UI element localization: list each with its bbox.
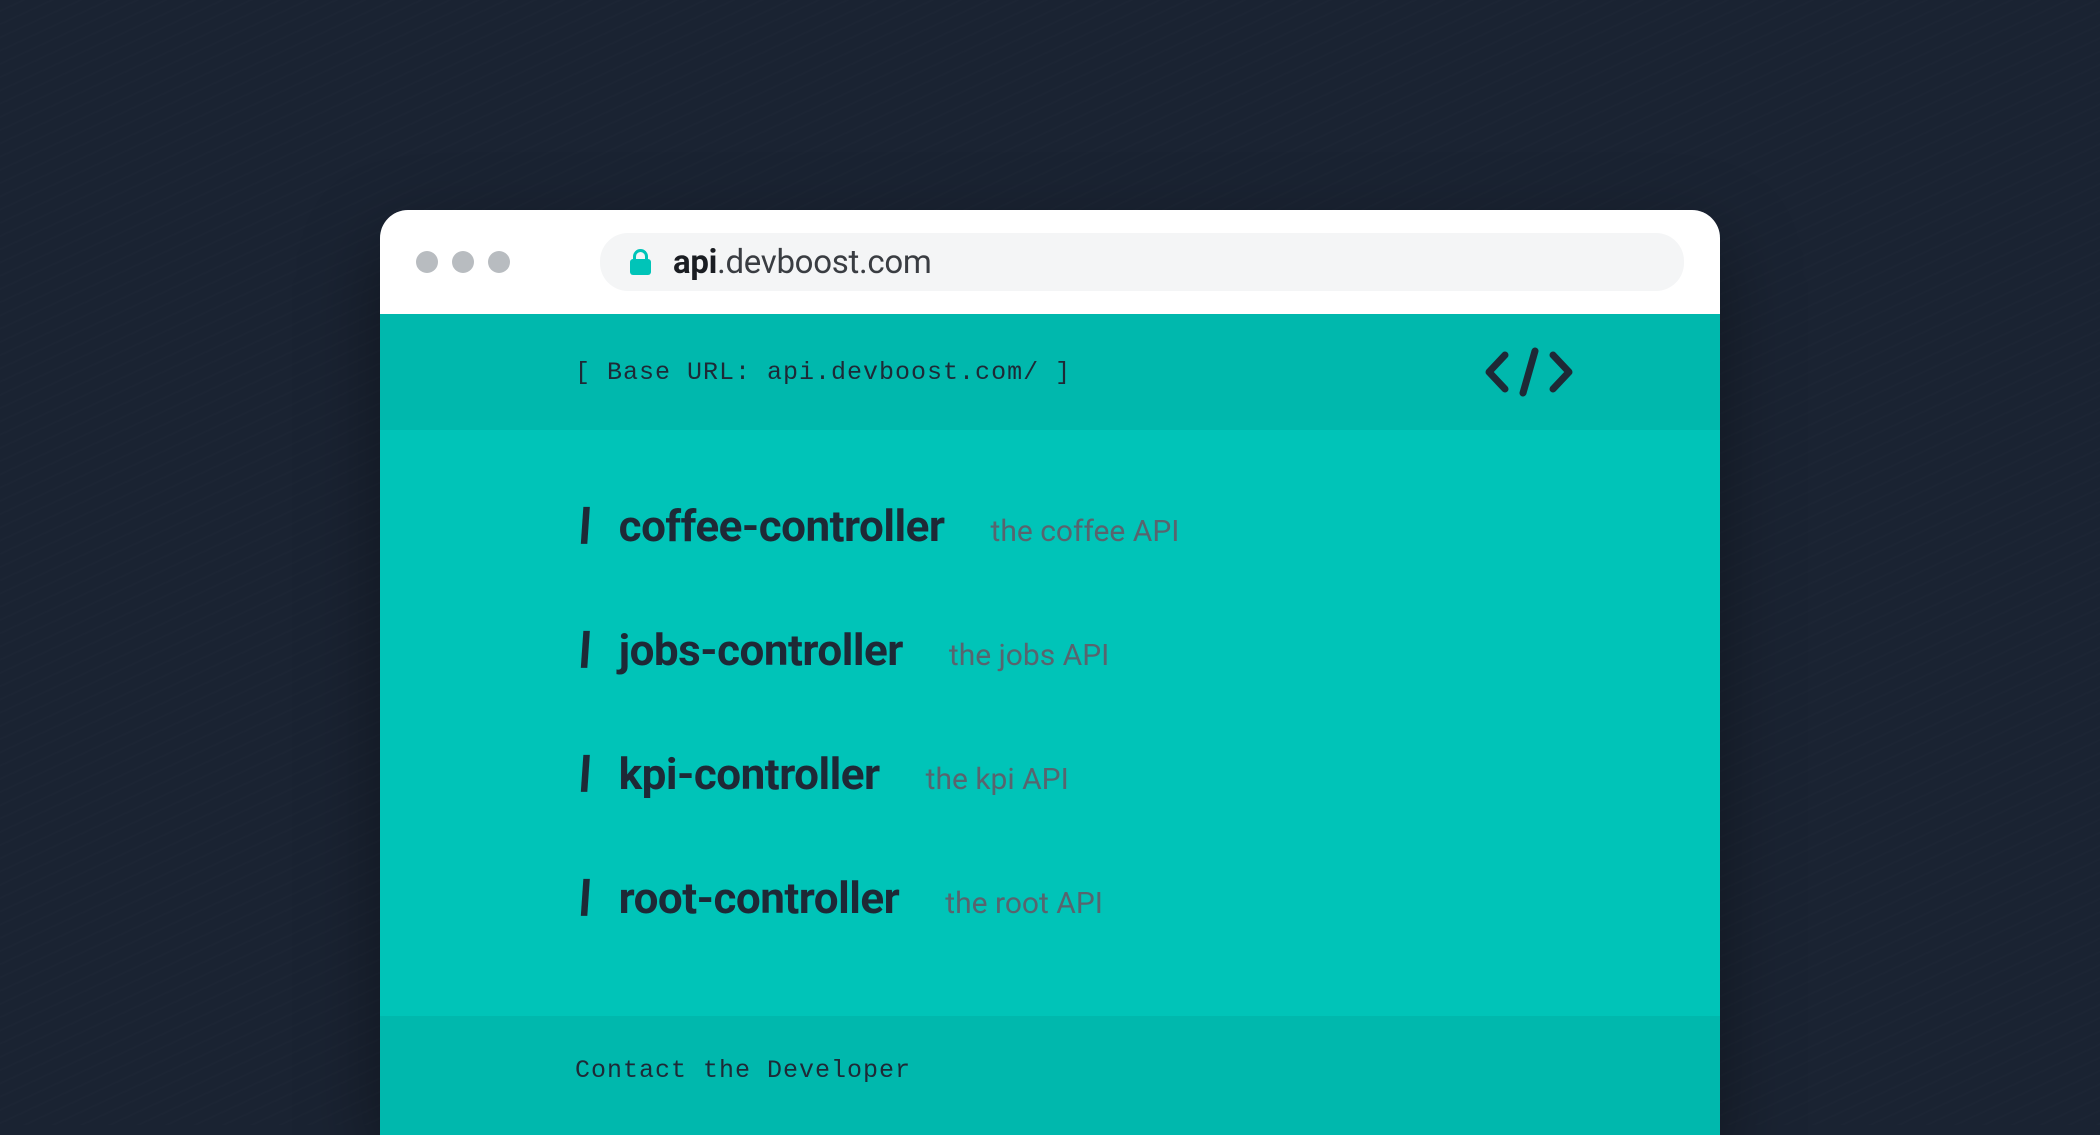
api-name: coffee-controller <box>619 500 945 552</box>
api-desc: the coffee API <box>991 514 1180 549</box>
traffic-light-maximize[interactable] <box>488 251 510 273</box>
browser-chrome: api.devboost.com <box>380 210 1720 314</box>
api-list: \ coffee-controller the coffee API \ job… <box>380 430 1720 1016</box>
traffic-light-close[interactable] <box>416 251 438 273</box>
api-desc: the kpi API <box>926 762 1069 797</box>
api-row-jobs[interactable]: \ jobs-controller the jobs API <box>575 624 1720 676</box>
api-name: jobs-controller <box>619 624 903 676</box>
api-desc: the jobs API <box>949 638 1109 673</box>
chevron-icon: \ <box>570 880 595 914</box>
api-row-kpi[interactable]: \ kpi-controller the kpi API <box>575 748 1720 800</box>
address-bar[interactable]: api.devboost.com <box>600 233 1684 291</box>
base-url-label: [ Base URL: api.devboost.com/ ] <box>575 358 1071 387</box>
api-name: kpi-controller <box>619 748 880 800</box>
code-icon <box>1483 347 1575 397</box>
chevron-icon: \ <box>570 508 595 542</box>
banner: [ Base URL: api.devboost.com/ ] <box>380 314 1720 430</box>
browser-window: api.devboost.com [ Base URL: api.devboos… <box>380 210 1720 1135</box>
url-subdomain: api <box>673 243 717 282</box>
api-name: root-controller <box>619 872 900 924</box>
url-text: api.devboost.com <box>673 243 931 282</box>
lock-icon <box>630 249 651 275</box>
api-row-coffee[interactable]: \ coffee-controller the coffee API <box>575 500 1720 552</box>
chevron-icon: \ <box>570 756 595 790</box>
api-row-root[interactable]: \ root-controller the root API <box>575 872 1720 924</box>
chevron-icon: \ <box>570 632 595 666</box>
traffic-light-minimize[interactable] <box>452 251 474 273</box>
contact-developer-link[interactable]: Contact the Developer <box>575 1056 911 1085</box>
traffic-lights <box>416 251 510 273</box>
footer: Contact the Developer <box>380 1016 1720 1135</box>
url-domain: .devboost.com <box>717 243 931 282</box>
api-desc: the root API <box>945 886 1103 921</box>
